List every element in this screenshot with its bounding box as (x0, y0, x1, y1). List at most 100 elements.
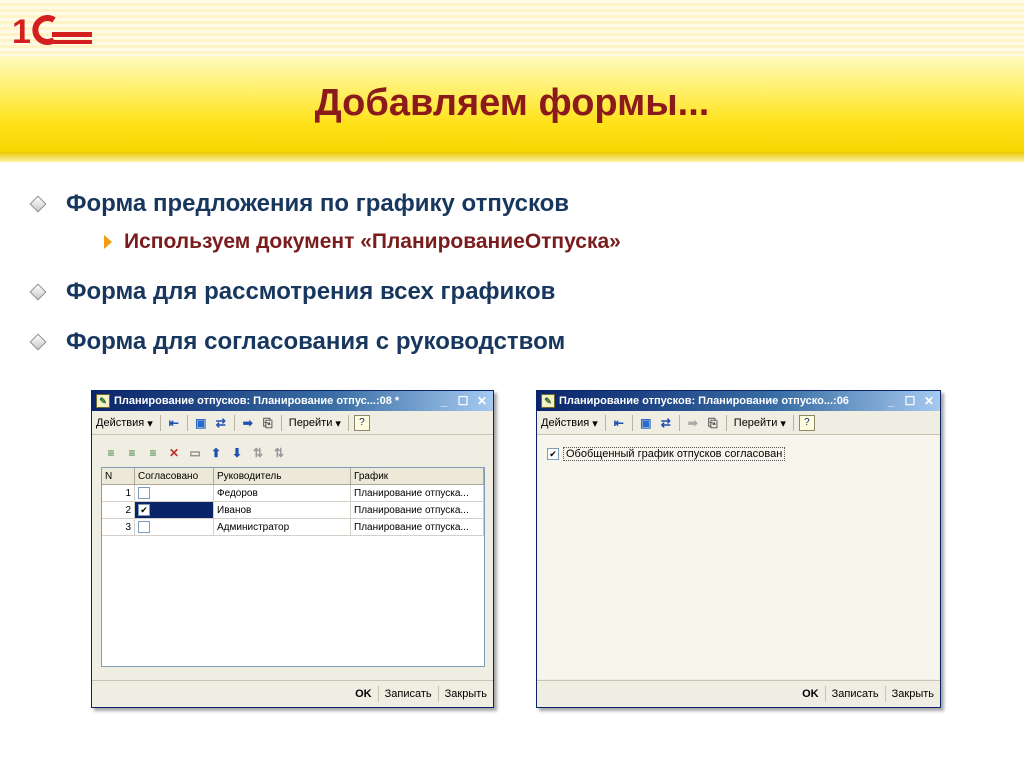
table-row[interactable]: 2 ✔ Иванов Планирование отпуска... (102, 501, 484, 519)
movements-icon[interactable]: ▣ (193, 415, 209, 431)
approved-cell[interactable]: ✔ (134, 501, 214, 519)
goto-menu[interactable]: Перейти ▾ (285, 414, 345, 432)
column-header-approved[interactable]: Согласовано (134, 468, 214, 485)
edit-row-icon[interactable]: ≡ (144, 444, 162, 462)
table-row[interactable]: 1 Федоров Планирование отпуска... (102, 484, 484, 502)
approved-checkbox[interactable] (138, 521, 150, 533)
approved-cell[interactable] (134, 484, 214, 502)
window-titlebar[interactable]: ✎ Планирование отпусков: Планирование от… (92, 391, 493, 411)
goto-menu[interactable]: Перейти ▾ (730, 414, 790, 432)
minimize-icon[interactable]: _ (436, 394, 452, 408)
approved-checkbox[interactable]: ✔ (138, 504, 150, 516)
end-edit-icon[interactable]: ▭ (186, 444, 204, 462)
toolbar-separator (631, 415, 633, 431)
form-body (538, 435, 939, 679)
data-table: N Согласовано Руководитель График 1 Федо… (102, 468, 484, 536)
movements-icon[interactable]: ▣ (638, 415, 654, 431)
approval-checkbox-row[interactable]: ✔ Обобщенный график отпусков согласован (547, 447, 786, 461)
form-buttons: OK Записать Закрыть (92, 680, 493, 707)
maximize-icon[interactable]: ☐ (455, 394, 471, 408)
approved-cell[interactable] (134, 518, 214, 536)
next-icon[interactable]: ➡ (685, 415, 701, 431)
toolbar-separator (159, 415, 161, 431)
sub-bullet-text: Используем документ «ПланированиеОтпуска… (124, 230, 621, 253)
close-icon[interactable]: ✕ (921, 394, 937, 408)
move-down-icon[interactable]: ⬇ (228, 444, 246, 462)
toolbar-separator (678, 415, 680, 431)
ok-button[interactable]: OK (796, 686, 825, 702)
logo-1c: 1 (12, 13, 92, 48)
window-planning-table: ✎ Планирование отпусков: Планирование от… (91, 390, 494, 708)
manager-cell[interactable]: Федоров (213, 484, 351, 502)
actions-label: Действия (541, 417, 590, 429)
bullet-text: Форма предложения по графику отпусков (66, 190, 570, 217)
slide-title: Добавляем формы... (314, 82, 710, 124)
post-icon[interactable]: ⇤ (166, 415, 182, 431)
window-summary-approval: ✎ Планирование отпусков: Планирование от… (536, 390, 941, 708)
column-header-manager[interactable]: Руководитель (213, 468, 351, 485)
goto-label: Перейти (288, 417, 333, 429)
schedule-cell[interactable]: Планирование отпуска... (350, 484, 484, 502)
document-icon: ✎ (541, 394, 555, 408)
table-header-row: N Согласовано Руководитель График (102, 468, 484, 485)
help-icon[interactable]: ? (353, 415, 370, 431)
toolbar-separator (347, 415, 349, 431)
approved-checkbox[interactable] (138, 487, 150, 499)
help-icon[interactable]: ? (798, 415, 815, 431)
schedule-cell[interactable]: Планирование отпуска... (350, 518, 484, 536)
row-number: 2 (102, 501, 135, 519)
maximize-icon[interactable]: ☐ (902, 394, 918, 408)
sort-asc-icon[interactable]: ⇅ (249, 444, 267, 462)
diamond-bullet-icon (29, 195, 47, 213)
bullet-text: Форма для согласования с руководством (66, 328, 566, 355)
diamond-bullet-icon (29, 333, 47, 351)
column-header-n[interactable]: N (102, 468, 135, 485)
row-number: 3 (102, 518, 135, 536)
toolbar-separator (725, 415, 727, 431)
minimize-icon[interactable]: _ (883, 394, 899, 408)
next-icon[interactable]: ➡ (240, 415, 256, 431)
approval-checkbox[interactable]: ✔ (547, 448, 559, 460)
save-button[interactable]: Записать (824, 686, 885, 702)
close-button[interactable]: Закрыть (437, 686, 493, 702)
actions-menu[interactable]: Действия ▾ (92, 414, 157, 432)
column-header-schedule[interactable]: График (350, 468, 484, 485)
actions-label: Действия (96, 417, 145, 429)
form-buttons: OK Записать Закрыть (537, 680, 940, 707)
title-band-shadow (0, 152, 1024, 162)
move-up-icon[interactable]: ⬆ (207, 444, 225, 462)
manager-cell[interactable]: Администратор (213, 518, 351, 536)
toolbar-separator (604, 415, 606, 431)
based-on-icon[interactable]: ⇄ (213, 415, 229, 431)
window-title: Планирование отпусков: Планирование отпу… (114, 395, 400, 407)
actions-menu[interactable]: Действия ▾ (537, 414, 602, 432)
goto-label: Перейти (733, 417, 778, 429)
window-title: Планирование отпусков: Планирование отпу… (559, 395, 849, 407)
svg-text:1: 1 (12, 13, 31, 48)
schedule-cell[interactable]: Планирование отпуска... (350, 501, 484, 519)
window-titlebar[interactable]: ✎ Планирование отпусков: Планирование от… (537, 391, 940, 411)
save-button[interactable]: Записать (377, 686, 438, 702)
add-row-icon[interactable]: ≡ (102, 444, 120, 462)
manager-cell[interactable]: Иванов (213, 501, 351, 519)
approval-checkbox-label[interactable]: Обобщенный график отпусков согласован (563, 447, 786, 461)
bullet-1: Форма предложения по графику отпусков (29, 190, 570, 218)
copy-icon[interactable]: ⎘ (260, 415, 276, 431)
sort-desc-icon[interactable]: ⇅ (270, 444, 288, 462)
table-toolbar: ≡ ≡ ≡ ✕ ▭ ⬆ ⬇ ⇅ ⇅ (102, 443, 291, 463)
bullet-3: Форма для согласования с руководством (29, 328, 566, 356)
bullet-2: Форма для рассмотрения всех графиков (29, 278, 555, 306)
document-icon: ✎ (96, 394, 110, 408)
copy-icon[interactable]: ⎘ (705, 415, 721, 431)
based-on-icon[interactable]: ⇄ (658, 415, 674, 431)
toolbar-separator (233, 415, 235, 431)
row-number: 1 (102, 484, 135, 502)
table-row[interactable]: 3 Администратор Планирование отпуска... (102, 518, 484, 536)
delete-row-icon[interactable]: ✕ (165, 444, 183, 462)
close-icon[interactable]: ✕ (474, 394, 490, 408)
copy-row-icon[interactable]: ≡ (123, 444, 141, 462)
post-icon[interactable]: ⇤ (611, 415, 627, 431)
ok-button[interactable]: OK (349, 686, 378, 702)
form-toolbar: Действия ▾ ⇤ ▣ ⇄ ➡ ⎘ Перейти ▾ ? (92, 412, 493, 435)
close-button[interactable]: Закрыть (884, 686, 940, 702)
